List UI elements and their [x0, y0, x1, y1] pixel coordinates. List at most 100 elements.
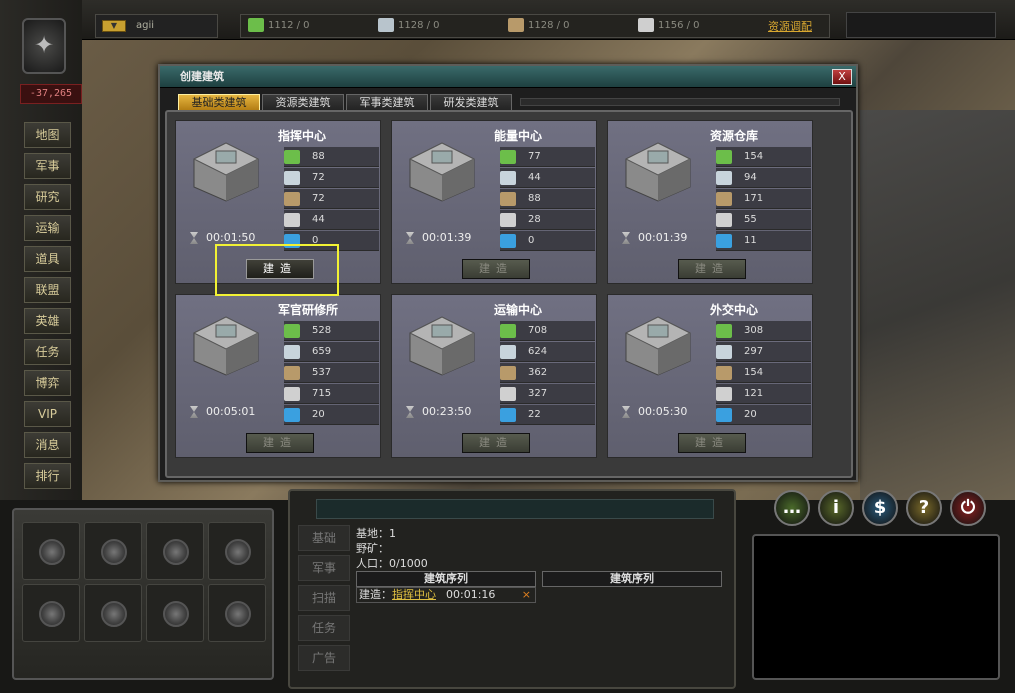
empty-slot-icon — [39, 539, 65, 565]
player-name[interactable]: ▼ agii — [95, 14, 218, 38]
cost-row: 154 — [716, 147, 811, 167]
building-name: 能量中心 — [494, 129, 543, 143]
cost-row: 308 — [716, 321, 811, 341]
cost-row: 708 — [500, 321, 595, 341]
build-button[interactable]: 建造 — [462, 259, 530, 279]
unit-slot[interactable] — [22, 522, 80, 580]
nav-item-0[interactable]: 地图 — [24, 122, 71, 148]
wave-display — [316, 499, 714, 519]
supply-icon — [500, 192, 516, 206]
fuel-icon — [500, 387, 516, 401]
resource-2: 1128 / 0 — [508, 18, 570, 32]
hourglass-icon — [190, 406, 198, 418]
unit-slot[interactable] — [208, 584, 266, 642]
unit-slot[interactable] — [84, 584, 142, 642]
unit-slot[interactable] — [146, 584, 204, 642]
empty-slot-icon — [101, 539, 127, 565]
energy-icon — [716, 234, 732, 248]
map-terrain — [860, 110, 1015, 500]
queue-header-2: 建筑序列 — [542, 571, 722, 587]
minimap[interactable] — [752, 534, 1000, 680]
cost-row: 88 — [284, 147, 379, 167]
build-time-value: 00:05:01 — [206, 405, 256, 418]
console-tab-4[interactable]: 广告 — [298, 645, 350, 671]
empty-slot-icon — [225, 601, 251, 627]
cost-value: 20 — [744, 409, 757, 420]
resource-allocation-link[interactable]: 资源调配 — [768, 18, 812, 34]
cost-value: 88 — [312, 151, 325, 162]
cost-value: 11 — [744, 235, 757, 246]
cost-row: 94 — [716, 168, 811, 188]
money-icon[interactable]: $ — [862, 490, 898, 526]
build-time: 00:01:39 — [622, 231, 687, 244]
unit-slot[interactable] — [22, 584, 80, 642]
build-button[interactable]: 建造 — [462, 433, 530, 453]
nav-item-9[interactable]: VIP — [24, 401, 71, 427]
queue-building-link[interactable]: 指挥中心 — [392, 588, 436, 601]
hourglass-icon — [190, 232, 198, 244]
building-image[interactable] — [614, 303, 702, 381]
ore-icon — [716, 171, 732, 185]
cost-value: 88 — [528, 193, 541, 204]
building-image[interactable] — [182, 303, 270, 381]
console-tab-2[interactable]: 扫描 — [298, 585, 350, 611]
resource-1: 1128 / 0 — [378, 18, 440, 32]
coordinates: -37,265 — [20, 84, 82, 104]
build-button[interactable]: 建造 — [246, 433, 314, 453]
console-tab-1[interactable]: 军事 — [298, 555, 350, 581]
nav-item-11[interactable]: 排行 — [24, 463, 71, 489]
nav-item-7[interactable]: 任务 — [24, 339, 71, 365]
unit-slot[interactable] — [146, 522, 204, 580]
build-button[interactable]: 建造 — [678, 259, 746, 279]
supply-icon — [284, 366, 300, 380]
console-tab-0[interactable]: 基础 — [298, 525, 350, 551]
power-icon[interactable]: ⏻ — [950, 490, 986, 526]
unit-slot[interactable] — [208, 522, 266, 580]
resource-value: 1156 / 0 — [658, 20, 700, 31]
help-icon[interactable]: ? — [906, 490, 942, 526]
unit-slots — [12, 508, 274, 680]
empty-slot-icon — [101, 601, 127, 627]
cancel-queue-button[interactable]: × — [522, 588, 531, 602]
dropdown-triangle-icon[interactable]: ▼ — [102, 20, 126, 32]
building-image[interactable] — [398, 129, 486, 207]
faction-emblem[interactable]: ✦ — [22, 18, 66, 74]
building-image[interactable] — [398, 303, 486, 381]
nav-item-3[interactable]: 运输 — [24, 215, 71, 241]
building-image[interactable] — [614, 129, 702, 207]
resource-value: 1128 / 0 — [528, 20, 570, 31]
hourglass-icon — [622, 406, 630, 418]
cost-row: 537 — [284, 363, 379, 383]
build-button[interactable]: 建造 — [678, 433, 746, 453]
cost-value: 537 — [312, 367, 332, 378]
build-time-value: 00:01:39 — [422, 231, 472, 244]
nav-item-5[interactable]: 联盟 — [24, 277, 71, 303]
build-time: 00:01:50 — [190, 231, 255, 244]
nav-item-2[interactable]: 研究 — [24, 184, 71, 210]
nav-item-10[interactable]: 消息 — [24, 432, 71, 458]
nav-item-6[interactable]: 英雄 — [24, 308, 71, 334]
console-tab-3[interactable]: 任务 — [298, 615, 350, 641]
cost-value: 308 — [744, 325, 764, 336]
building-card: 能量中心 77 44 88 28 0 00:01:39 建造 — [391, 120, 597, 284]
cost-value: 327 — [528, 388, 548, 399]
building-card: 资源仓库 154 94 171 55 11 00:01:39 建造 — [607, 120, 813, 284]
nav-item-4[interactable]: 道具 — [24, 246, 71, 272]
building-image[interactable] — [182, 129, 270, 207]
close-button[interactable]: X — [832, 69, 852, 85]
cost-row: 11 — [716, 231, 811, 251]
chat-icon[interactable]: … — [774, 490, 810, 526]
unit-slot[interactable] — [84, 522, 142, 580]
info-icon[interactable]: i — [818, 490, 854, 526]
nav-item-8[interactable]: 博弈 — [24, 370, 71, 396]
cost-row: 528 — [284, 321, 379, 341]
crystal-icon — [284, 150, 300, 164]
build-time-value: 00:23:50 — [422, 405, 472, 418]
cost-value: 72 — [312, 193, 325, 204]
nav-item-1[interactable]: 军事 — [24, 153, 71, 179]
fuel-icon — [500, 213, 516, 227]
hourglass-icon — [406, 406, 414, 418]
crystal-icon — [500, 324, 516, 338]
building-card: 军官研修所 528 659 537 715 20 00:05:01 建造 — [175, 294, 381, 458]
cost-value: 121 — [744, 388, 764, 399]
